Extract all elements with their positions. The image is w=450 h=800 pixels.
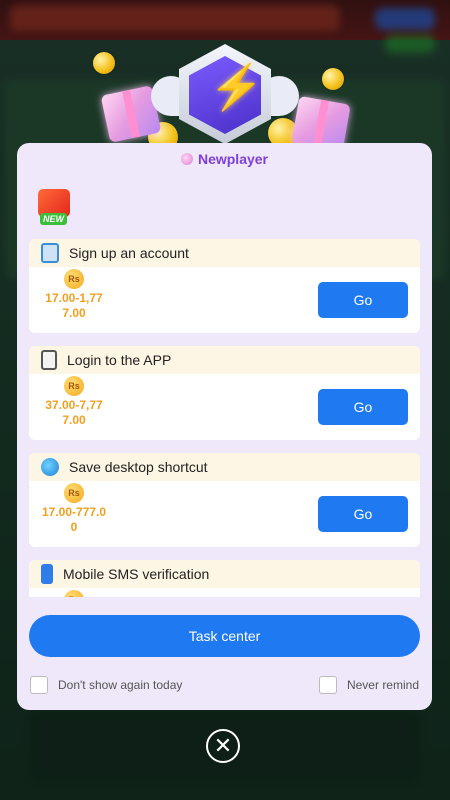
go-button[interactable]: Go [318, 496, 408, 532]
task-title: Mobile SMS verification [63, 566, 210, 582]
mobile-phone-icon [41, 564, 53, 584]
task-card-sms: Mobile SMS verification Rs Go [29, 560, 420, 597]
task-reward: Rs [29, 590, 119, 597]
phone-login-icon [41, 350, 57, 370]
go-button[interactable]: Go [318, 282, 408, 318]
task-reward: Rs 37.00-7,77 7.00 [29, 376, 119, 428]
globe-icon [41, 458, 59, 476]
gem-icon [180, 153, 193, 165]
reward-amount: 17.00-777.0 0 [41, 505, 107, 534]
task-center-button[interactable]: Task center [29, 615, 420, 657]
reward-amount: 17.00-1,77 7.00 [45, 291, 103, 320]
dont-show-today-label: Don't show again today [58, 678, 183, 692]
never-remind-checkbox[interactable] [318, 676, 337, 694]
coin-icon [322, 68, 344, 90]
task-card-shortcut: Save desktop shortcut Rs 17.00-777.0 0 G… [29, 453, 420, 547]
lightning-badge-icon: ⚡ [151, 36, 299, 156]
never-remind-label: Never remind [346, 678, 419, 692]
task-title: Save desktop shortcut [69, 459, 208, 475]
new-gift-icon: NEW [34, 183, 78, 227]
newplayer-modal: Newplayer NEW Sign up an account Rs 17.0… [17, 143, 432, 710]
task-reward: Rs 17.00-777.0 0 [29, 483, 119, 535]
new-tag: NEW [40, 213, 67, 225]
dont-show-today-option[interactable]: Don't show again today [30, 676, 182, 694]
modal-title: Newplayer [17, 151, 432, 167]
rupee-coin-icon: Rs [64, 590, 84, 597]
close-icon[interactable]: ✕ [206, 729, 240, 763]
clipboard-check-icon [41, 243, 59, 263]
dont-show-today-checkbox[interactable] [30, 676, 48, 694]
task-title: Sign up an account [69, 245, 189, 261]
lightning-icon: ⚡ [209, 63, 264, 112]
reward-amount: 37.00-7,77 7.00 [45, 398, 103, 427]
task-reward: Rs 17.00-1,77 7.00 [29, 269, 119, 321]
rupee-coin-icon: Rs [64, 376, 84, 396]
never-remind-option[interactable]: Never remind [318, 676, 419, 694]
task-card-login: Login to the APP Rs 37.00-7,77 7.00 Go [29, 346, 420, 440]
coin-icon [93, 52, 115, 74]
rupee-coin-icon: Rs [64, 483, 84, 503]
task-card-signup: Sign up an account Rs 17.00-1,77 7.00 Go [29, 239, 420, 333]
rupee-coin-icon: Rs [64, 269, 84, 289]
task-list[interactable]: Sign up an account Rs 17.00-1,77 7.00 Go… [29, 239, 420, 597]
go-button[interactable]: Go [318, 389, 408, 425]
task-title: Login to the APP [67, 352, 172, 368]
